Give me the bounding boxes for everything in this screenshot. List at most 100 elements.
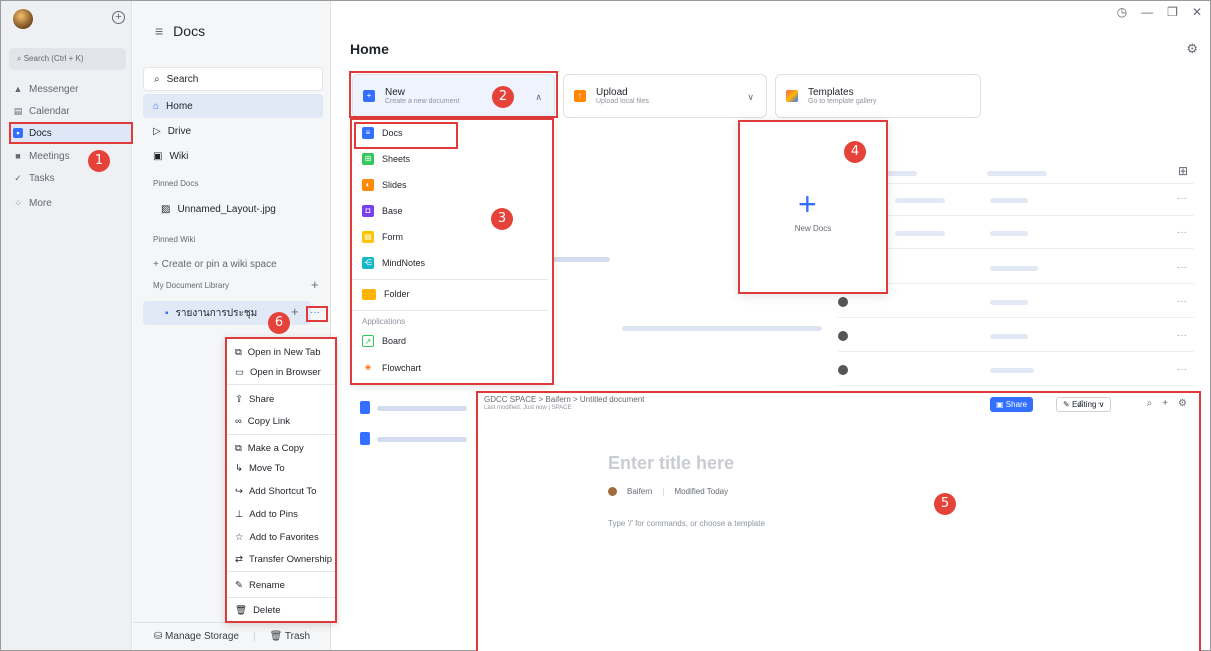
search-icon: ⌕ [154, 73, 160, 85]
highlight-new [349, 71, 558, 118]
history-icon[interactable]: ◷ [1117, 5, 1127, 19]
avatar [608, 487, 617, 496]
restore-icon[interactable]: ❐ [1167, 5, 1178, 19]
templates-card[interactable]: Templates Go to template gallery [775, 74, 981, 118]
divider [227, 434, 335, 435]
upload-card[interactable]: ↑ Upload Upload local files ∨ [563, 74, 767, 118]
app-rail: + ⌕ Search (Ctrl + K) ▲ Messenger ▤ Cale… [1, 1, 133, 650]
row-divider [838, 248, 1194, 249]
avatar[interactable] [13, 9, 33, 29]
row-divider [838, 183, 1194, 184]
blurred-title [550, 257, 610, 262]
row-more-icon[interactable]: ··· [1177, 296, 1187, 307]
menu-open-new-tab[interactable]: ⧉ Open in New Tab [235, 343, 321, 361]
side-item-wiki[interactable]: ▣ Wiki [143, 144, 323, 168]
menu-copy-link[interactable]: ∞ Copy Link [235, 412, 290, 430]
pinned-doc-item[interactable]: ▨ Unnamed_Layout-.jpg [143, 197, 323, 221]
menu-move-to[interactable]: ↳ Move To [235, 459, 285, 477]
trash-icon: 🗑 [269, 631, 283, 642]
doc-add-icon[interactable]: + [291, 304, 299, 319]
blurred-owner [895, 231, 945, 236]
new-docs-card[interactable]: + New Docs [738, 120, 888, 294]
editor-hint[interactable]: Type '/' for commands, or choose a templ… [608, 519, 765, 528]
side-item-drive[interactable]: ▷ Drive [143, 119, 323, 143]
star-icon: ☆ [235, 531, 244, 543]
transfer-icon: ⇄ [235, 553, 243, 565]
manage-storage-button[interactable]: ⛁ Manage Storage [154, 631, 239, 642]
upload-icon: ↑ [574, 90, 586, 102]
settings-icon[interactable]: ⚙ [1186, 41, 1198, 57]
blurred-date [990, 198, 1028, 203]
calendar-icon: ▤ [13, 106, 23, 116]
wiki-icon: ▣ [153, 150, 163, 162]
badge-3: 3 [491, 208, 513, 230]
footer-divider: | [253, 631, 256, 642]
close-icon[interactable]: ✕ [1192, 5, 1202, 19]
browser-icon: ▭ [235, 366, 244, 378]
menu-share[interactable]: ⇪ Share [235, 390, 274, 408]
badge-6: 6 [268, 312, 290, 334]
rail-item-more[interactable]: ⁘ More [13, 194, 52, 212]
doc-icon: ▪ [165, 307, 169, 319]
menu-add-pins[interactable]: ⊥ Add to Pins [235, 505, 298, 523]
add-icon[interactable]: + [1162, 398, 1168, 409]
doc-icon [360, 432, 370, 445]
rail-item-tasks[interactable]: ✓ Tasks [13, 169, 54, 187]
menu-rename[interactable]: ✎ Rename [235, 576, 285, 594]
menu-open-browser[interactable]: ▭ Open in Browser [235, 363, 321, 381]
blurred-date [990, 231, 1028, 236]
library-heading: My Document Library [153, 281, 230, 290]
row-more-icon[interactable]: ··· [1177, 364, 1187, 375]
library-add-icon[interactable]: + [311, 277, 319, 292]
minimize-icon[interactable]: — [1141, 5, 1153, 19]
menu-add-shortcut[interactable]: ↪ Add Shortcut To [235, 482, 316, 500]
blurred-date [990, 368, 1034, 373]
divider [227, 597, 335, 598]
menu-add-favorites[interactable]: ☆ Add to Favorites [235, 528, 319, 546]
avatar [838, 365, 848, 375]
breadcrumb[interactable]: GDCC SPACE > Baifern > Untitled document [484, 395, 644, 404]
highlight-docs [9, 122, 133, 144]
edit-icon: ✎ [1063, 400, 1072, 409]
rename-icon: ✎ [235, 579, 243, 591]
row-more-icon[interactable]: ··· [1177, 330, 1187, 341]
add-icon[interactable]: + [112, 11, 125, 24]
menu-transfer-ownership[interactable]: ⇄ Transfer Ownership [235, 550, 332, 568]
row-more-icon[interactable]: ··· [1177, 227, 1187, 238]
window-controls: ◷ — ❐ ✕ [1117, 5, 1202, 19]
create-wiki-link[interactable]: + Create or pin a wiki space [143, 252, 323, 276]
bell-icon[interactable]: ♫ [1077, 398, 1085, 409]
blurred-date [990, 300, 1028, 305]
search-icon[interactable]: ⌕ [1147, 398, 1153, 409]
rail-item-meetings[interactable]: ■ Meetings [13, 147, 69, 165]
blurred-date [990, 266, 1038, 271]
docs-search[interactable]: ⌕ Search [143, 67, 323, 91]
trash-button[interactable]: 🗑 Trash [270, 631, 311, 642]
collapse-icon[interactable]: ≡ [155, 23, 163, 39]
menu-make-copy[interactable]: ⧉ Make a Copy [235, 439, 304, 457]
row-more-icon[interactable]: ··· [1177, 193, 1187, 204]
sidebar-footer: ⛁ Manage Storage | 🗑 Trash [133, 622, 331, 650]
share-button[interactable]: ▣ Share [990, 397, 1034, 412]
menu-delete[interactable]: 🗑 Delete [235, 601, 281, 619]
doc-more-icon[interactable]: ··· [310, 307, 320, 318]
settings-icon[interactable]: ⚙ [1178, 398, 1187, 409]
drive-icon: ▷ [153, 125, 161, 137]
side-item-home[interactable]: ⌂ Home [143, 94, 323, 118]
highlight-docs-option [354, 122, 458, 149]
row-more-icon[interactable]: ··· [1177, 262, 1187, 273]
title-placeholder[interactable]: Enter title here [608, 453, 734, 474]
author-line: Baifern | Modified Today [608, 487, 728, 496]
doc-icon [360, 401, 370, 414]
grid-view-icon[interactable]: ⊞ [1178, 164, 1188, 178]
row-divider [838, 385, 1194, 386]
row-divider [838, 215, 1194, 216]
divider: | [662, 487, 665, 496]
tasks-icon: ✓ [14, 173, 22, 183]
rail-item-messenger[interactable]: ▲ Messenger [13, 80, 79, 98]
global-search[interactable]: ⌕ Search (Ctrl + K) [9, 48, 126, 70]
rail-item-calendar[interactable]: ▤ Calendar [13, 102, 70, 120]
share-icon: ⇪ [235, 393, 243, 405]
more-icon[interactable]: ··· [1091, 398, 1101, 409]
highlight-dropdown [350, 118, 554, 385]
